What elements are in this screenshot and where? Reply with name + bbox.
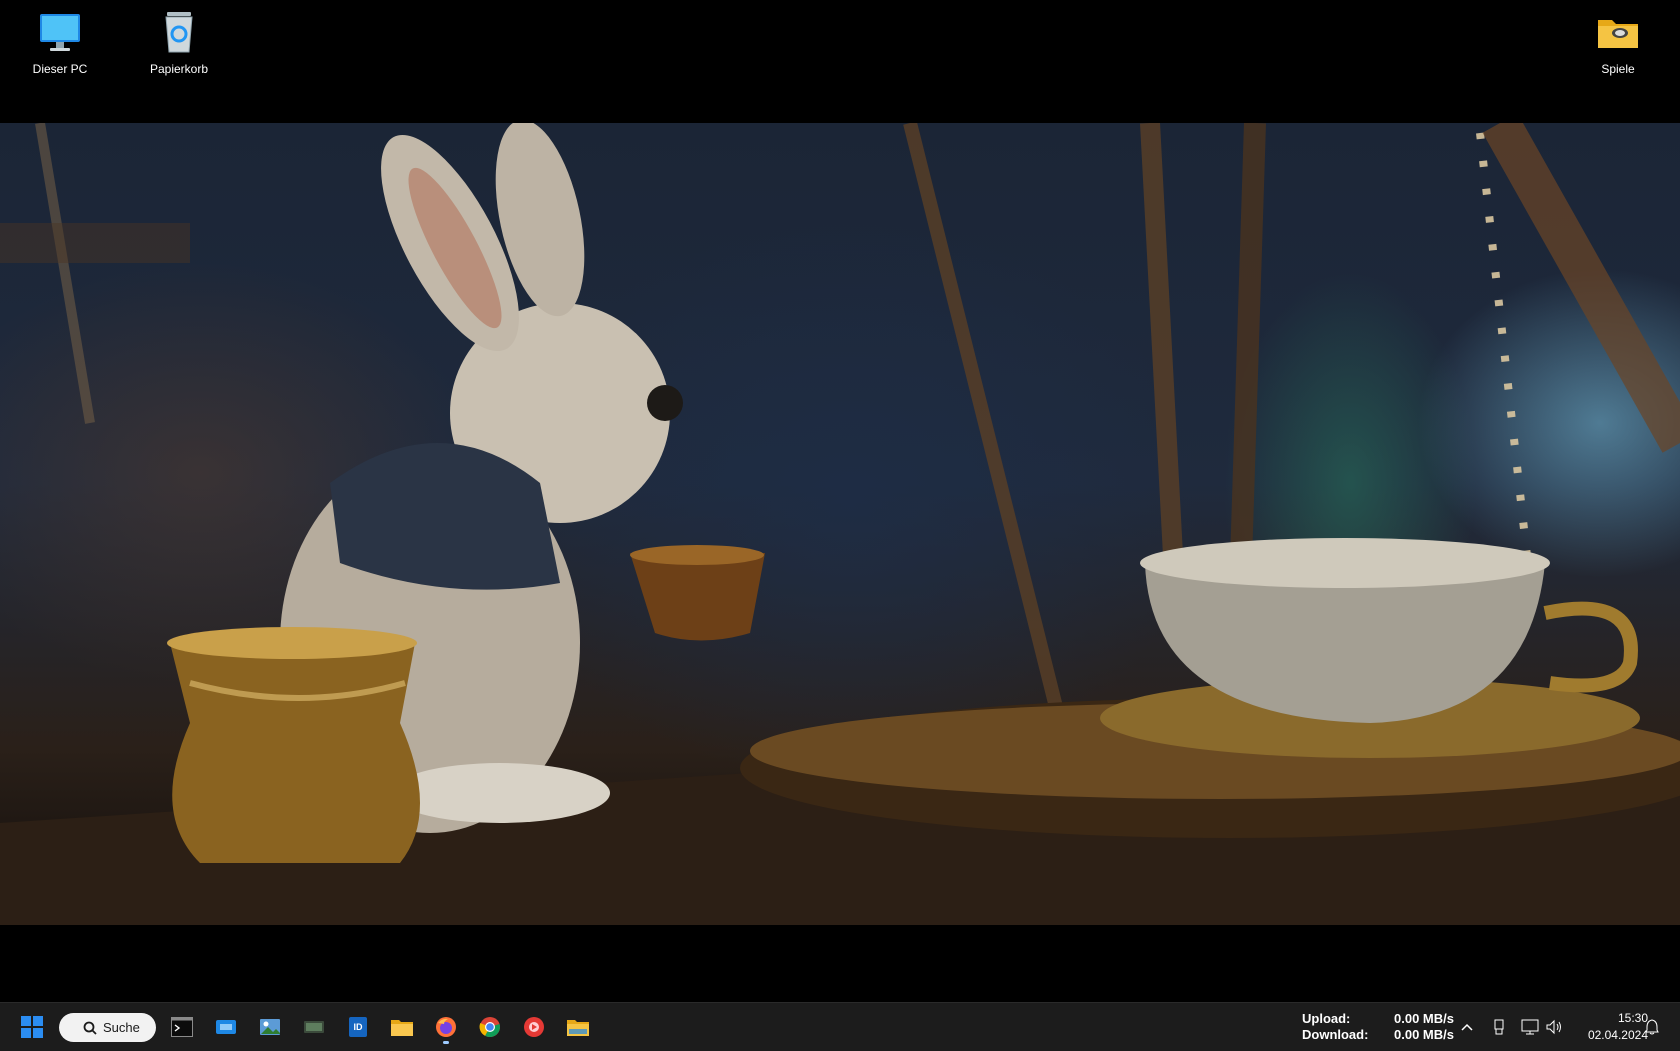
taskbar-app-chrome[interactable] (472, 1009, 508, 1045)
clock[interactable]: 15:30 02.04.2024 (1568, 1010, 1648, 1044)
chrome-icon (479, 1017, 500, 1038)
search-box[interactable]: Suche (59, 1013, 156, 1042)
desktop-icon-label: Dieser PC (32, 62, 88, 76)
taskbar-app-id-card[interactable]: ID (340, 1009, 376, 1045)
chevron-up-icon[interactable] (1457, 1017, 1477, 1037)
download-label: Download: (1302, 1027, 1369, 1042)
network-icon[interactable] (1520, 1017, 1540, 1037)
taskbar-app-folder[interactable] (560, 1009, 596, 1045)
clock-date: 02.04.2024 (1587, 1028, 1648, 1042)
windows-icon (21, 1016, 43, 1038)
id-card-icon: ID (349, 1017, 367, 1037)
usb-icon[interactable] (1489, 1017, 1509, 1037)
start-button[interactable] (14, 1009, 50, 1045)
bell-icon[interactable] (1642, 1017, 1662, 1037)
taskbar-app-file-explorer[interactable] (384, 1009, 420, 1045)
upload-value: 0.00 MB/s (1394, 1011, 1454, 1026)
desktop-icon-dieser-pc[interactable]: Dieser PC (10, 8, 110, 76)
terminal-icon (171, 1017, 193, 1037)
desktop-icon-spiele[interactable]: Spiele (1568, 8, 1668, 76)
upload-label: Upload: (1302, 1011, 1351, 1026)
file-explorer-icon (391, 1020, 413, 1036)
remote-app-icon (216, 1020, 236, 1034)
taskbar-app-remote[interactable] (208, 1009, 244, 1045)
media-app-icon (304, 1021, 324, 1033)
svg-text:ID: ID (354, 1022, 364, 1032)
desktop-icon-label: Papierkorb (149, 62, 209, 76)
search-icon (83, 1021, 97, 1035)
firefox-icon (436, 1017, 456, 1037)
taskbar-app-firefox[interactable] (428, 1009, 464, 1045)
recycle-bin-icon (155, 8, 203, 56)
monitor-icon (36, 8, 84, 56)
taskbar-app-red[interactable] (516, 1009, 552, 1045)
desktop-icon-label: Spiele (1601, 62, 1635, 76)
clock-time: 15:30 (1617, 1011, 1648, 1025)
red-app-icon (524, 1017, 544, 1037)
taskbar-app-terminal[interactable] (164, 1009, 200, 1045)
folder-icon (567, 1020, 589, 1036)
folder-icon (1594, 8, 1642, 56)
image-viewer-icon (260, 1019, 280, 1035)
search-label: Suche (103, 1020, 140, 1035)
desktop-icon-papierkorb[interactable]: Papierkorb (129, 8, 229, 76)
network-speed-monitor: Upload: 0.00 MB/s Download: 0.00 MB/s (1302, 1011, 1454, 1043)
download-value: 0.00 MB/s (1394, 1027, 1454, 1042)
taskbar: Suche ID Upload: 0.00 MB/s Download: 0.0… (0, 1002, 1680, 1051)
taskbar-app-image-viewer[interactable] (252, 1009, 288, 1045)
desktop-wallpaper (0, 123, 1680, 925)
taskbar-app-media[interactable] (296, 1009, 332, 1045)
active-indicator (443, 1041, 449, 1044)
volume-icon[interactable] (1544, 1017, 1564, 1037)
